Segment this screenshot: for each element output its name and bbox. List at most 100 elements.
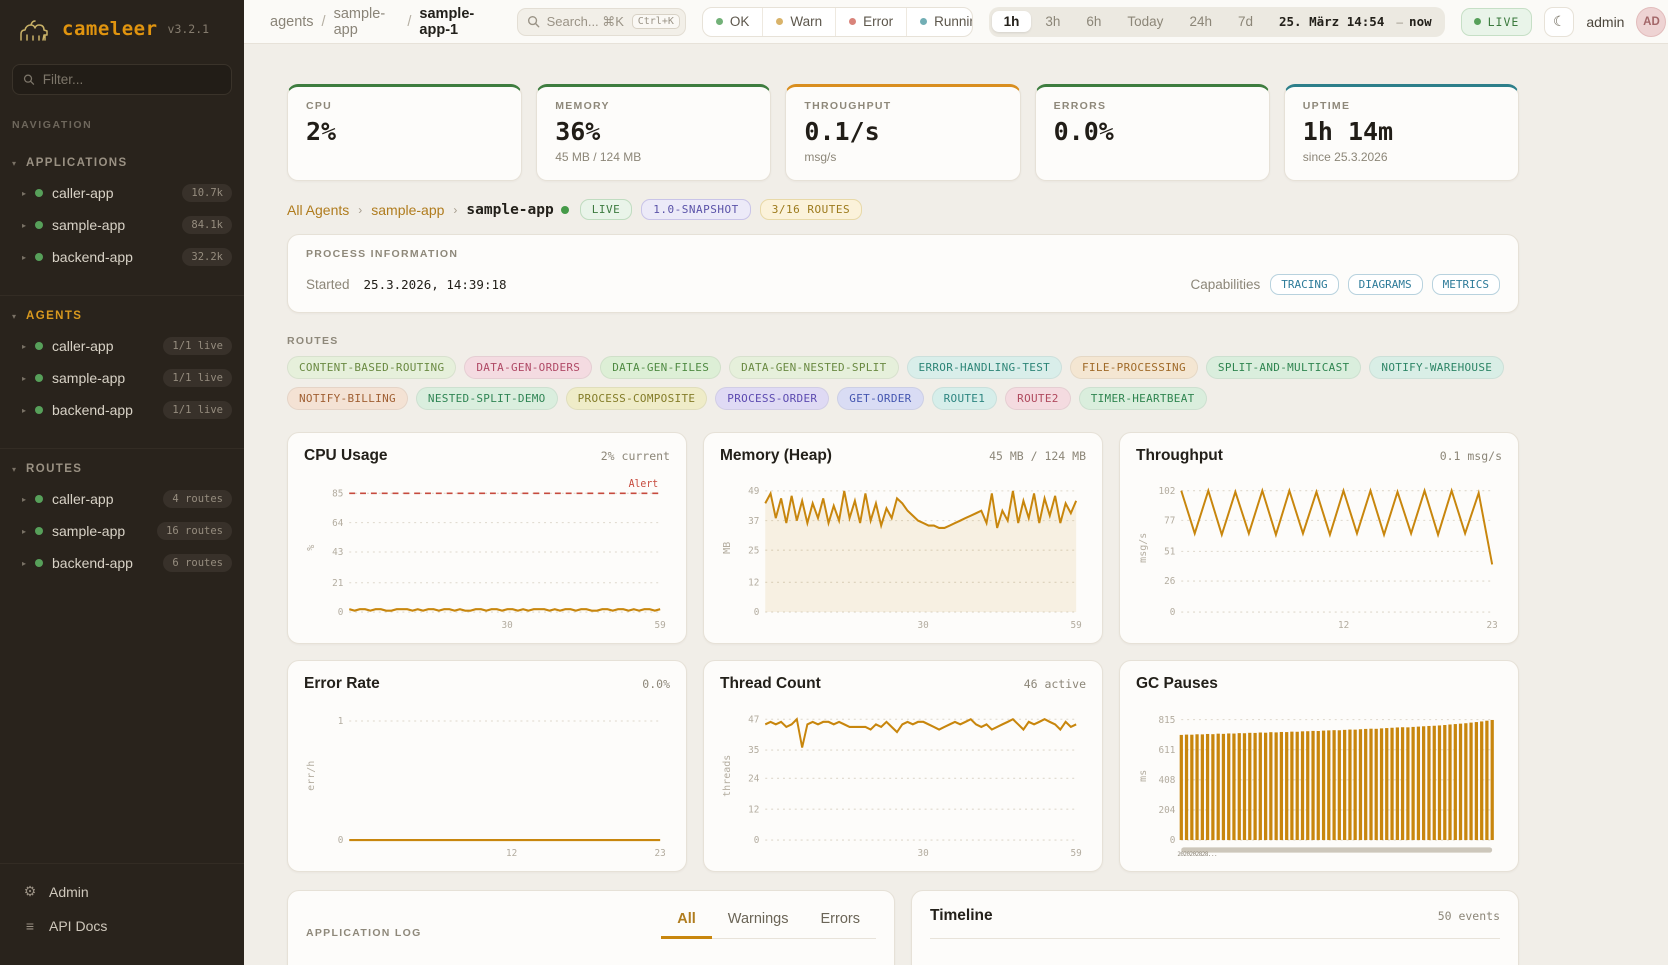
filter-input[interactable] xyxy=(43,72,221,87)
svg-text:12: 12 xyxy=(748,577,759,588)
route-badge-data-gen-orders[interactable]: DATA-GEN-ORDERS xyxy=(464,356,592,379)
route-badge-nested-split-demo[interactable]: NESTED-SPLIT-DEMO xyxy=(416,387,558,410)
svg-text:26: 26 xyxy=(1164,576,1175,587)
sidebar-item-badge: 16 routes xyxy=(157,522,232,540)
route-badge-process-composite[interactable]: PROCESS-COMPOSITE xyxy=(566,387,708,410)
chart-title: Error Rate xyxy=(304,675,380,693)
status-dot-icon xyxy=(35,495,43,503)
route-badge-timer-heartbeat[interactable]: TIMER-HEARTBEAT xyxy=(1079,387,1207,410)
chevron-right-icon: ▸ xyxy=(22,527,26,536)
navigation-label: NAVIGATION xyxy=(12,119,224,131)
user-menu[interactable]: admin xyxy=(1586,14,1624,30)
footer-item-label: Admin xyxy=(49,884,89,900)
footer-item-api-docs[interactable]: ≡API Docs xyxy=(14,911,230,941)
sidebar-group-header-applications[interactable]: ▾APPLICATIONS xyxy=(0,153,244,177)
time-range-6h[interactable]: 6h xyxy=(1074,11,1113,32)
log-tab-warnings[interactable]: Warnings xyxy=(712,907,805,939)
sidebar-item-backend-app[interactable]: ▸backend-app1/1 live xyxy=(0,394,244,426)
chart-header-value: 0.1 msg/s xyxy=(1440,449,1502,463)
status-filter-warn[interactable]: Warn xyxy=(762,8,835,36)
sidebar-item-badge: 6 routes xyxy=(163,554,232,572)
sidebar: cameleer v3.2.1 NAVIGATION ▾APPLICATIONS… xyxy=(0,0,244,965)
breadcrumb-agents[interactable]: agents xyxy=(270,14,314,30)
status-filter-label: OK xyxy=(730,14,750,29)
route-badge-route2[interactable]: ROUTE2 xyxy=(1005,387,1071,410)
sidebar-item-caller-app[interactable]: ▸caller-app1/1 live xyxy=(0,330,244,362)
svg-text:21: 21 xyxy=(332,578,343,589)
sidebar-item-sample-app[interactable]: ▸sample-app1/1 live xyxy=(0,362,244,394)
stat-value: 0.1/s xyxy=(804,117,1001,146)
chart-title: GC Pauses xyxy=(1136,675,1218,693)
chart-title: Memory (Heap) xyxy=(720,447,832,465)
sidebar-group-header-routes[interactable]: ▾ROUTES xyxy=(0,459,244,483)
time-range-3h[interactable]: 3h xyxy=(1033,11,1072,32)
avatar[interactable]: AD xyxy=(1636,7,1666,37)
sidebar-group-header-agents[interactable]: ▾AGENTS xyxy=(0,306,244,330)
dashboard-content: CPU2%MEMORY36%45 MB / 124 MBTHROUGHPUT0.… xyxy=(244,44,1519,965)
agent-current-name: sample-app xyxy=(466,202,553,218)
agent-badge-3-16-routes: 3/16 ROUTES xyxy=(760,199,862,220)
route-badge-error-handling-test[interactable]: ERROR-HANDLING-TEST xyxy=(907,356,1063,379)
status-filter-ok[interactable]: OK xyxy=(703,8,763,36)
sidebar-item-sample-app[interactable]: ▸sample-app84.1k xyxy=(0,209,244,241)
sidebar-filter-box[interactable] xyxy=(12,64,232,95)
breadcrumb-sample-app[interactable]: sample-app xyxy=(334,6,400,38)
capability-badge-metrics: METRICS xyxy=(1432,274,1500,295)
time-range-1h[interactable]: 1h xyxy=(992,11,1032,32)
search-input[interactable]: Search... ⌘K Ctrl+K xyxy=(517,8,686,36)
moon-icon: ☾ xyxy=(1553,13,1566,30)
route-badge-data-gen-nested-split[interactable]: DATA-GEN-NESTED-SPLIT xyxy=(729,356,898,379)
sidebar-item-label: sample-app xyxy=(52,523,125,539)
time-range-24h[interactable]: 24h xyxy=(1177,11,1224,32)
status-filter-error[interactable]: Error xyxy=(835,8,906,36)
topbar: agents/sample-app/sample-app-1 Search...… xyxy=(244,0,1668,44)
chevron-separator: › xyxy=(358,203,362,217)
chart-plot-throughput: 10277512601223msg/s xyxy=(1136,473,1502,631)
route-badge-get-order[interactable]: GET-ORDER xyxy=(837,387,923,410)
sidebar-item-backend-app[interactable]: ▸backend-app32.2k xyxy=(0,241,244,273)
route-badge-notify-warehouse[interactable]: NOTIFY-WAREHOUSE xyxy=(1369,356,1504,379)
route-badge-content-based-routing[interactable]: CONTENT-BASED-ROUTING xyxy=(287,356,456,379)
chevron-down-icon: ▾ xyxy=(12,465,16,474)
route-badge-route1[interactable]: ROUTE1 xyxy=(932,387,998,410)
capability-pills: TRACINGDIAGRAMSMETRICS xyxy=(1270,274,1500,295)
svg-text:threads: threads xyxy=(722,755,733,797)
status-filter-group: OK WarnErrorRunning xyxy=(702,7,973,37)
stat-card-memory: MEMORY36%45 MB / 124 MB xyxy=(536,84,771,181)
route-badge-data-gen-files[interactable]: DATA-GEN-FILES xyxy=(600,356,721,379)
footer-item-admin[interactable]: ⚙Admin xyxy=(14,876,230,907)
agent-badge-live: LIVE xyxy=(580,199,633,220)
sidebar-item-caller-app[interactable]: ▸caller-app10.7k xyxy=(0,177,244,209)
status-dot-icon xyxy=(35,559,43,567)
sidebar-item-label: backend-app xyxy=(52,555,133,571)
main-area: agents/sample-app/sample-app-1 Search...… xyxy=(244,0,1668,965)
live-badge[interactable]: LIVE xyxy=(1461,8,1533,36)
stat-card-errors: ERRORS0.0% xyxy=(1035,84,1270,181)
stat-card-uptime: UPTIME1h 14msince 25.3.2026 xyxy=(1284,84,1519,181)
chart-plot-thread-count: 4735241203059threads xyxy=(720,701,1086,859)
route-badge-process-order[interactable]: PROCESS-ORDER xyxy=(715,387,829,410)
log-tab-all[interactable]: All xyxy=(661,907,712,939)
footer-item-label: API Docs xyxy=(49,918,107,934)
agent-link-all-agents[interactable]: All Agents xyxy=(287,202,349,218)
route-badge-file-processing[interactable]: FILE-PROCESSING xyxy=(1070,356,1198,379)
sidebar-item-badge: 4 routes xyxy=(163,490,232,508)
route-badge-split-and-multicast[interactable]: SPLIT-AND-MULTICAST xyxy=(1206,356,1362,379)
svg-text:1: 1 xyxy=(338,716,344,727)
dark-mode-toggle[interactable]: ☾ xyxy=(1544,7,1574,37)
sidebar-item-label: caller-app xyxy=(52,338,113,354)
log-tab-errors[interactable]: Errors xyxy=(805,907,876,939)
agent-link-sample-app[interactable]: sample-app xyxy=(371,202,444,218)
stat-label: THROUGHPUT xyxy=(804,100,1001,112)
sidebar-item-caller-app[interactable]: ▸caller-app4 routes xyxy=(0,483,244,515)
status-dot-icon xyxy=(35,406,43,414)
sidebar-item-backend-app[interactable]: ▸backend-app6 routes xyxy=(0,547,244,579)
time-range-7d[interactable]: 7d xyxy=(1226,11,1265,32)
time-range-today[interactable]: Today xyxy=(1115,11,1175,32)
date-range-label[interactable]: 25. März 14:54 xyxy=(1267,14,1390,29)
route-badge-notify-billing[interactable]: NOTIFY-BILLING xyxy=(287,387,408,410)
sidebar-item-sample-app[interactable]: ▸ sample-app 16 routes xyxy=(0,515,244,547)
status-filter-running[interactable]: Running xyxy=(906,8,972,36)
topbar-right: LIVE ☾ admin AD xyxy=(1461,7,1668,37)
svg-text:30: 30 xyxy=(502,620,513,631)
